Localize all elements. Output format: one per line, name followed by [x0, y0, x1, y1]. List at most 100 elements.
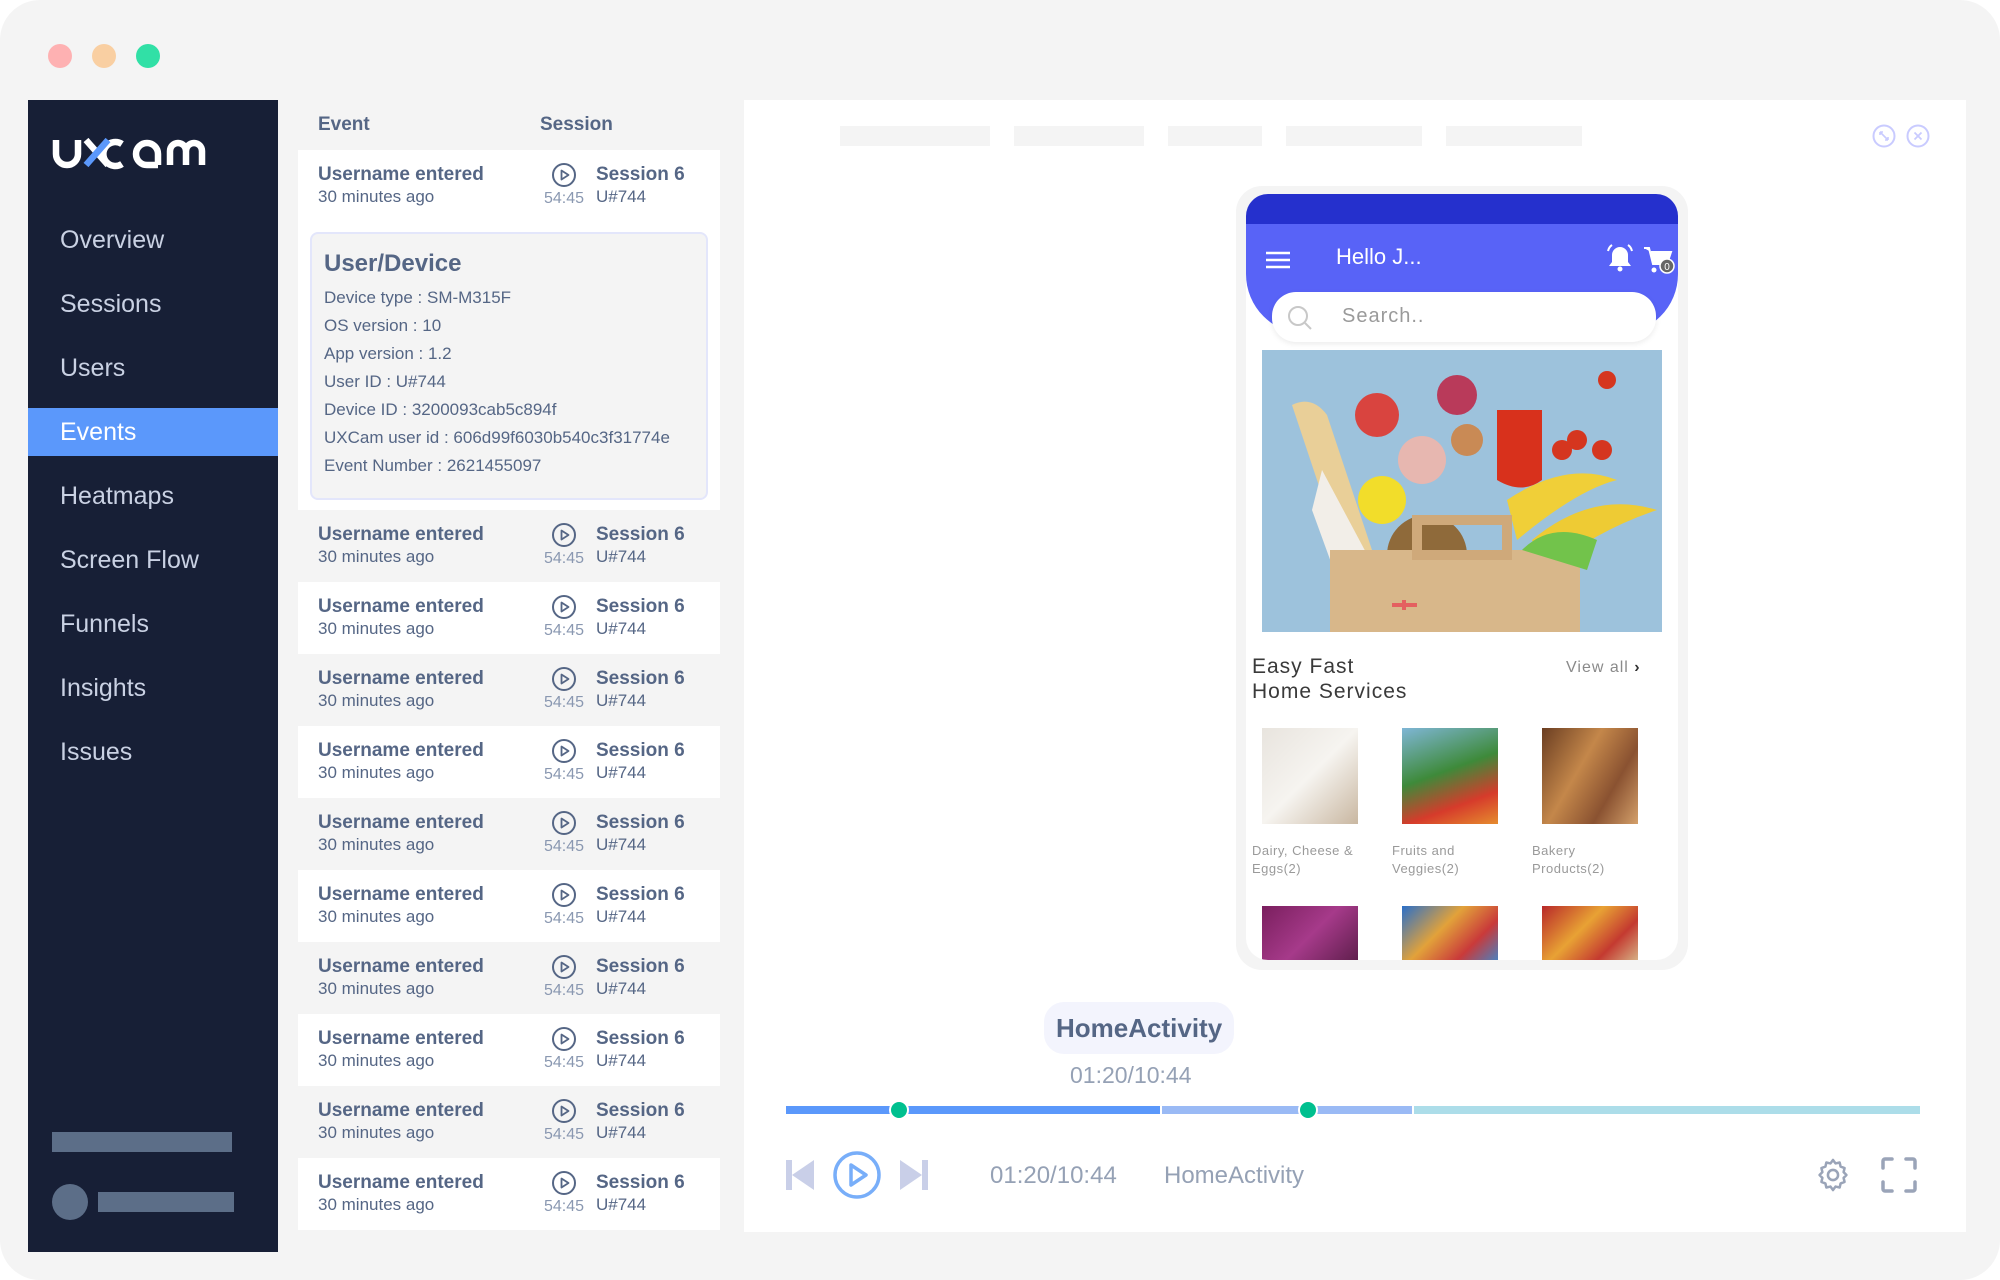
session-user-id[interactable]: U#744 [596, 186, 685, 208]
play-circle-icon[interactable] [551, 594, 577, 620]
tab-placeholder[interactable] [840, 126, 990, 146]
session-play[interactable]: 54:45 [536, 882, 592, 930]
play-circle-icon[interactable] [551, 810, 577, 836]
sidebar-item-issues[interactable]: Issues [28, 728, 278, 776]
event-row[interactable]: Username entered 30 minutes ago 54:45 Se… [298, 942, 720, 1014]
session-name[interactable]: Session 6 [596, 668, 685, 690]
play-circle-icon[interactable] [551, 1098, 577, 1124]
sidebar-item-sessions[interactable]: Sessions [28, 280, 278, 328]
uxcam-logo[interactable] [48, 124, 258, 184]
session-play[interactable]: 54:45 [536, 522, 592, 570]
timeline-segment[interactable] [1162, 1106, 1412, 1114]
event-row[interactable]: Username entered 30 minutes ago 54:45 Se… [298, 654, 720, 726]
session-play[interactable]: 54:45 [536, 1098, 592, 1146]
event-row[interactable]: Username entered 30 minutes ago 54:45 Se… [298, 150, 720, 222]
timeline-event-marker[interactable] [1297, 1100, 1318, 1120]
event-row[interactable]: Username entered 30 minutes ago 54:45 Se… [298, 870, 720, 942]
session-user-id[interactable]: U#744 [596, 546, 685, 568]
session-play[interactable]: 54:45 [536, 1170, 592, 1218]
timeline-played-segment[interactable] [786, 1106, 1161, 1114]
sidebar-item-screen-flow[interactable]: Screen Flow [28, 536, 278, 584]
close-icon[interactable] [1906, 124, 1930, 148]
skip-next-icon[interactable] [898, 1158, 928, 1192]
tab-placeholder[interactable] [1168, 126, 1262, 146]
session-name[interactable]: Session 6 [596, 596, 685, 618]
device-screen-recording[interactable]: Hello J... 0 Search.. Easy Fast Home Ser… [1246, 194, 1678, 960]
session-info: Session 6 U#744 [596, 1100, 685, 1144]
event-row[interactable]: Username entered 30 minutes ago 54:45 Se… [298, 798, 720, 870]
timeline-event-marker[interactable] [889, 1100, 910, 1120]
session-name[interactable]: Session 6 [596, 1172, 685, 1194]
play-circle-icon[interactable] [551, 1026, 577, 1052]
event-row[interactable]: Username entered 30 minutes ago 54:45 Se… [298, 1158, 720, 1230]
session-name[interactable]: Session 6 [596, 164, 685, 186]
settings-gear-icon[interactable] [1814, 1156, 1852, 1194]
product-thumbnail[interactable] [1402, 906, 1498, 960]
session-name[interactable]: Session 6 [596, 524, 685, 546]
tab-placeholder[interactable] [1446, 126, 1582, 146]
session-play[interactable]: 54:45 [536, 810, 592, 858]
view-all-link[interactable]: View all › [1566, 659, 1641, 677]
session-play[interactable]: 54:45 [536, 738, 592, 786]
greeting-text: Hello J... [1336, 244, 1422, 269]
timeline-segment[interactable] [1413, 1106, 1920, 1114]
play-circle-icon[interactable] [551, 162, 577, 188]
session-play[interactable]: 54:45 [536, 954, 592, 1002]
category-fruits[interactable]: Fruits and Veggies(2) [1392, 728, 1502, 878]
sidebar-item-events[interactable]: Events [28, 408, 278, 456]
event-name: Username entered [318, 956, 484, 977]
session-user-id[interactable]: U#744 [596, 978, 685, 1000]
tab-placeholder[interactable] [1014, 126, 1144, 146]
event-row[interactable]: Username entered 30 minutes ago 54:45 Se… [298, 582, 720, 654]
session-name[interactable]: Session 6 [596, 956, 685, 978]
session-user-id[interactable]: U#744 [596, 906, 685, 928]
session-user-id[interactable]: U#744 [596, 618, 685, 640]
session-play[interactable]: 54:45 [536, 162, 592, 210]
category-dairy[interactable]: Dairy, Cheese & Eggs(2) [1252, 728, 1362, 878]
window-maximize-button[interactable] [136, 44, 160, 68]
product-thumbnail[interactable] [1542, 906, 1638, 960]
session-play[interactable]: 54:45 [536, 1026, 592, 1074]
play-circle-icon[interactable] [551, 666, 577, 692]
window-close-button[interactable] [48, 44, 72, 68]
session-name[interactable]: Session 6 [596, 1100, 685, 1122]
session-play[interactable]: 54:45 [536, 666, 592, 714]
session-user-id[interactable]: U#744 [596, 834, 685, 856]
skip-previous-icon[interactable] [786, 1158, 816, 1192]
session-user-id[interactable]: U#744 [596, 1194, 685, 1216]
session-name[interactable]: Session 6 [596, 884, 685, 906]
session-user-id[interactable]: U#744 [596, 762, 685, 784]
event-row[interactable]: Username entered 30 minutes ago 54:45 Se… [298, 1086, 720, 1158]
sidebar-item-funnels[interactable]: Funnels [28, 600, 278, 648]
session-name[interactable]: Session 6 [596, 812, 685, 834]
category-bakery[interactable]: Bakery Products(2) [1532, 728, 1642, 878]
play-circle-icon[interactable] [551, 522, 577, 548]
sidebar-item-users[interactable]: Users [28, 344, 278, 392]
tab-placeholder[interactable] [1286, 126, 1422, 146]
play-circle-icon[interactable] [551, 738, 577, 764]
session-name[interactable]: Session 6 [596, 740, 685, 762]
fullscreen-icon[interactable] [1880, 1156, 1918, 1194]
event-row[interactable]: Username entered 30 minutes ago 54:45 Se… [298, 726, 720, 798]
avatar[interactable] [52, 1184, 88, 1220]
event-row[interactable]: Username entered 30 minutes ago 54:45 Se… [298, 1014, 720, 1086]
product-thumbnail[interactable] [1262, 906, 1358, 960]
session-user-id[interactable]: U#744 [596, 1122, 685, 1144]
session-user-id[interactable]: U#744 [596, 1050, 685, 1072]
play-circle-icon[interactable] [551, 882, 577, 908]
sidebar-item-overview[interactable]: Overview [28, 216, 278, 264]
sidebar-item-heatmaps[interactable]: Heatmaps [28, 472, 278, 520]
event-row[interactable]: Username entered 30 minutes ago 54:45 Se… [298, 510, 720, 582]
session-name[interactable]: Session 6 [596, 1028, 685, 1050]
user-name-placeholder [98, 1192, 234, 1212]
session-user-id[interactable]: U#744 [596, 690, 685, 712]
event-name: Username entered [318, 668, 484, 689]
sidebar-item-insights[interactable]: Insights [28, 664, 278, 712]
play-circle-icon[interactable] [551, 1170, 577, 1196]
session-play[interactable]: 54:45 [536, 594, 592, 642]
window-minimize-button[interactable] [92, 44, 116, 68]
expand-icon[interactable] [1872, 124, 1896, 148]
play-button[interactable] [832, 1150, 882, 1200]
playback-timeline[interactable] [786, 1100, 1920, 1120]
play-circle-icon[interactable] [551, 954, 577, 980]
